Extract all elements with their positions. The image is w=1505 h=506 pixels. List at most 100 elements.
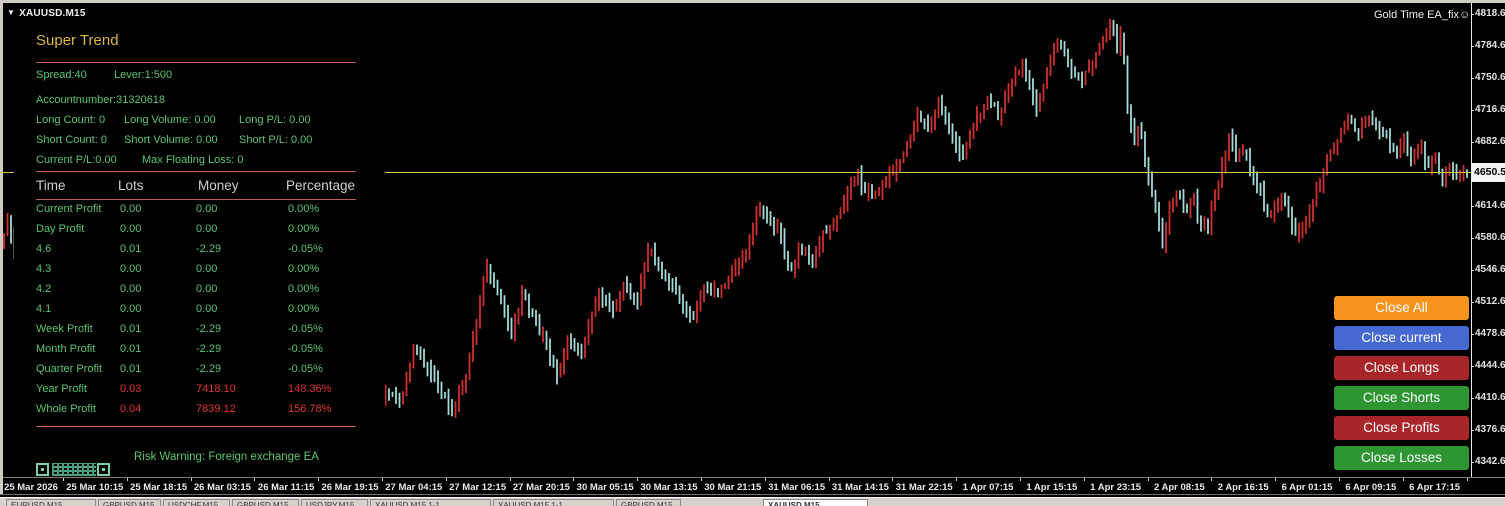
row-label: 4.1 bbox=[36, 303, 51, 315]
close-longs-button[interactable]: Close Longs bbox=[1334, 356, 1469, 380]
max-floating-loss: Max Floating Loss: 0 bbox=[142, 154, 244, 166]
smiley-icon: ☺ bbox=[1459, 9, 1470, 21]
time-tick-mark bbox=[1339, 478, 1340, 481]
row-money: -2.29 bbox=[196, 363, 221, 375]
row-lots: 0.00 bbox=[120, 203, 141, 215]
price-tick-mark bbox=[1471, 270, 1474, 271]
chart-tab[interactable]: XAUUSD,M15 1-1 bbox=[370, 499, 491, 506]
close-current-button[interactable]: Close current bbox=[1334, 326, 1469, 350]
close-all-button[interactable]: Close All bbox=[1334, 296, 1469, 320]
time-tick-label: 6 Apr 09:15 bbox=[1345, 482, 1396, 493]
chevron-down-icon[interactable]: ▼ bbox=[7, 8, 15, 17]
time-tick-mark bbox=[1084, 478, 1085, 481]
row-lots: 0.00 bbox=[120, 223, 141, 235]
time-tick-mark bbox=[446, 478, 447, 481]
row-label: Day Profit bbox=[36, 223, 84, 235]
row-label: Week Profit bbox=[36, 323, 93, 335]
price-tick-label: 4342.6 bbox=[1475, 456, 1505, 467]
time-tick-mark bbox=[1020, 478, 1021, 481]
price-tick-label: 4580.6 bbox=[1475, 232, 1505, 243]
time-tick-label: 2 Apr 08:15 bbox=[1154, 482, 1205, 493]
price-tick-mark bbox=[1471, 206, 1474, 207]
qr-code bbox=[36, 463, 112, 477]
row-lots: 0.00 bbox=[120, 283, 141, 295]
price-tick-mark bbox=[1471, 78, 1474, 79]
window-border-left bbox=[0, 0, 3, 494]
risk-warning: Risk Warning: Foreign exchange EA bbox=[134, 451, 319, 463]
row-label: 4.3 bbox=[36, 263, 51, 275]
price-tick-mark bbox=[1471, 238, 1474, 239]
chart-tab[interactable]: EURUSD,M15 bbox=[6, 499, 96, 506]
time-tick-label: 6 Apr 17:15 bbox=[1409, 482, 1460, 493]
row-percentage: -0.05% bbox=[288, 323, 323, 335]
time-tick-label: 30 Mar 13:15 bbox=[640, 482, 697, 493]
mt4-window: ▼XAUUSD.M15 Gold Time EA_fix☺ Super Tren… bbox=[0, 0, 1505, 506]
row-lots: 0.03 bbox=[120, 383, 141, 395]
time-tick-mark bbox=[1275, 478, 1276, 481]
col-header-time: Time bbox=[36, 178, 66, 193]
close-shorts-button[interactable]: Close Shorts bbox=[1334, 386, 1469, 410]
panel-title: Super Trend bbox=[36, 32, 119, 49]
row-money: 0.00 bbox=[196, 263, 217, 275]
row-percentage: 148.36% bbox=[288, 383, 331, 395]
price-tick-label: 4818.6 bbox=[1475, 8, 1505, 19]
price-tick-mark bbox=[1471, 430, 1474, 431]
chart-tab[interactable]: GBPUSD,M15 bbox=[98, 499, 161, 506]
divider bbox=[0, 494, 1505, 495]
row-percentage: -0.05% bbox=[288, 363, 323, 375]
price-tick-mark bbox=[1471, 398, 1474, 399]
price-tick-label: 4750.6 bbox=[1475, 72, 1505, 83]
chart-tab[interactable]: USDJPY,M15 bbox=[301, 499, 368, 506]
price-tick-mark bbox=[1471, 366, 1474, 367]
close-losses-button[interactable]: Close Losses bbox=[1334, 446, 1469, 470]
row-label: Year Profit bbox=[36, 383, 87, 395]
row-lots: 0.00 bbox=[120, 303, 141, 315]
chart-tab-active[interactable]: XAUUSD,M15 bbox=[763, 499, 868, 506]
row-label: Whole Profit bbox=[36, 403, 96, 415]
time-tick-label: 26 Mar 03:15 bbox=[194, 482, 251, 493]
row-percentage: 0.00% bbox=[288, 223, 319, 235]
time-tick-mark bbox=[1467, 478, 1468, 481]
price-tick-label: 4512.6 bbox=[1475, 296, 1505, 307]
time-tick-mark bbox=[318, 478, 319, 481]
time-tick-label: 27 Mar 04:15 bbox=[385, 482, 442, 493]
price-tick-label: 4410.6 bbox=[1475, 392, 1505, 403]
long-count: Long Count: 0 bbox=[36, 114, 105, 126]
time-tick-label: 31 Mar 22:15 bbox=[896, 482, 953, 493]
row-percentage: 0.00% bbox=[288, 303, 319, 315]
price-tick-label: 4614.6 bbox=[1475, 200, 1505, 211]
chart-tab[interactable]: GBPUSD,M15 bbox=[232, 499, 299, 506]
price-tick-mark bbox=[1471, 302, 1474, 303]
divider bbox=[36, 62, 356, 63]
time-tick-mark bbox=[1211, 478, 1212, 481]
row-label: 4.6 bbox=[36, 243, 51, 255]
price-tick-mark bbox=[1471, 142, 1474, 143]
time-tick-label: 25 Mar 18:15 bbox=[130, 482, 187, 493]
price-tick-label: 4478.6 bbox=[1475, 328, 1505, 339]
time-tick-mark bbox=[701, 478, 702, 481]
price-axis: 4818.64784.64750.64716.64682.64614.64580… bbox=[1472, 0, 1505, 477]
divider bbox=[36, 199, 356, 200]
price-tick-label: 4716.6 bbox=[1475, 104, 1505, 115]
row-money: 0.00 bbox=[196, 203, 217, 215]
time-tick-mark bbox=[637, 478, 638, 481]
lever-value: Lever:1:500 bbox=[114, 69, 172, 81]
chart-area[interactable]: ▼XAUUSD.M15 Gold Time EA_fix☺ Super Tren… bbox=[0, 0, 1471, 477]
time-axis: 25 Mar 202625 Mar 10:1525 Mar 18:1526 Ma… bbox=[0, 477, 1505, 494]
row-percentage: 0.00% bbox=[288, 283, 319, 295]
chart-tab[interactable]: GBPUSD,M15 bbox=[616, 499, 681, 506]
close-profits-button[interactable]: Close Profits bbox=[1334, 416, 1469, 440]
time-tick-label: 26 Mar 19:15 bbox=[321, 482, 378, 493]
chart-tab[interactable]: USDCHF,M15 bbox=[163, 499, 230, 506]
time-tick-mark bbox=[956, 478, 957, 481]
time-tick-label: 27 Mar 12:15 bbox=[449, 482, 506, 493]
row-percentage: 0.00% bbox=[288, 203, 319, 215]
short-volume: Short Volume: 0.00 bbox=[124, 134, 218, 146]
row-money: -2.29 bbox=[196, 243, 221, 255]
price-tick-mark bbox=[1471, 334, 1474, 335]
time-tick-mark bbox=[510, 478, 511, 481]
ea-name-label: Gold Time EA_fix☺ bbox=[1374, 9, 1470, 21]
chart-tab[interactable]: XAUUSD,M15 1-1 bbox=[493, 499, 614, 506]
time-tick-label: 6 Apr 01:15 bbox=[1282, 482, 1333, 493]
row-money: 0.00 bbox=[196, 283, 217, 295]
